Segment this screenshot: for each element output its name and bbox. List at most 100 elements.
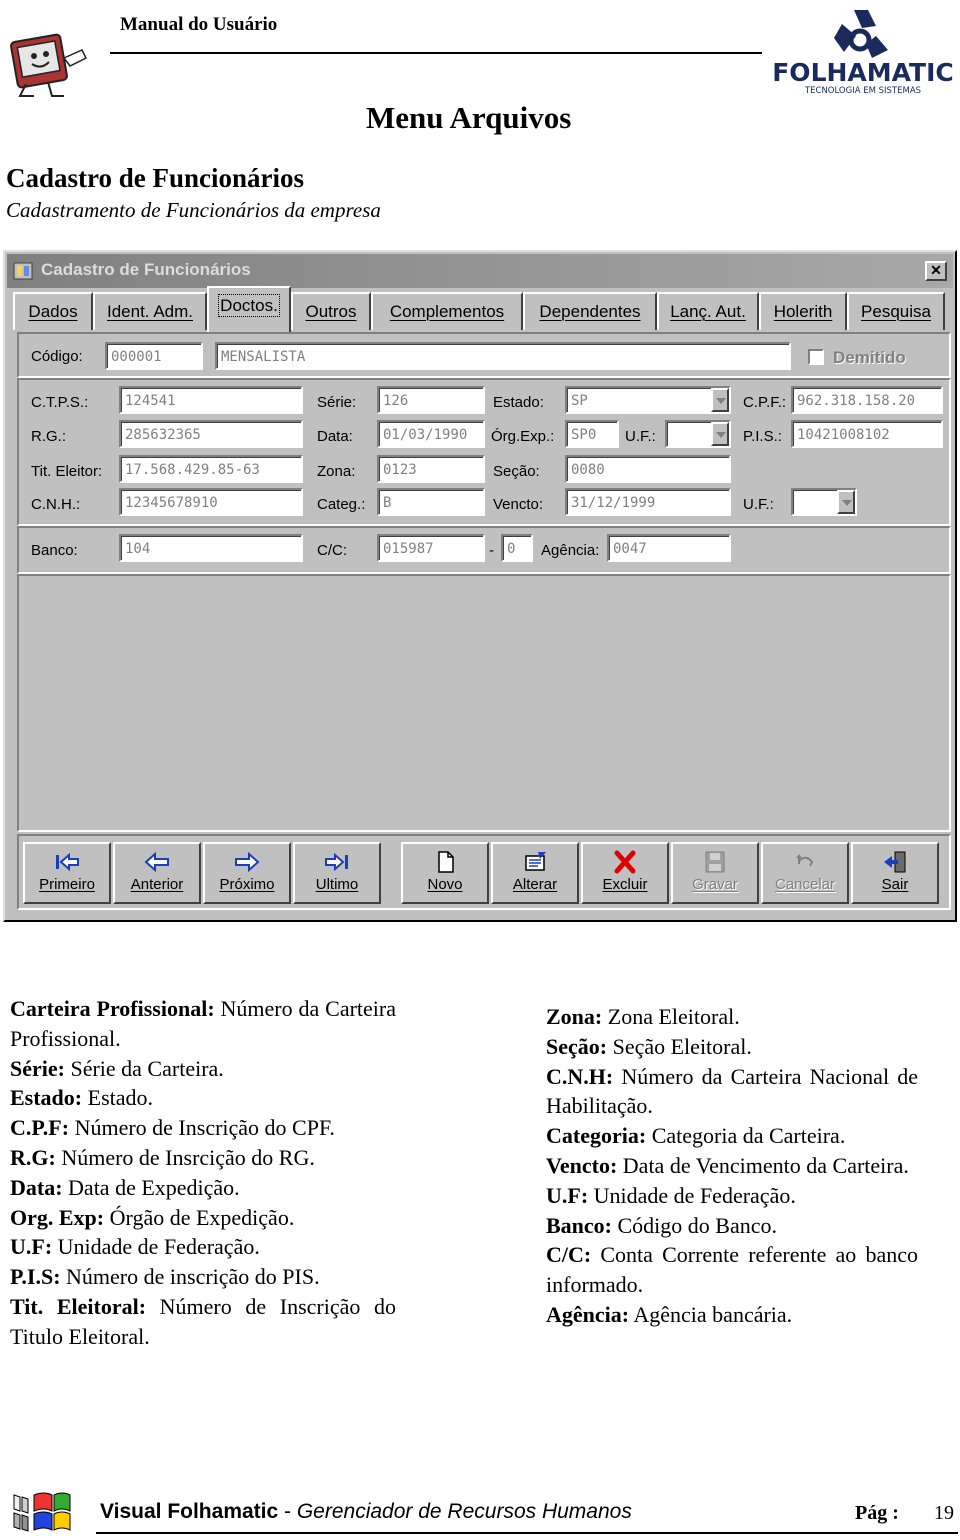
codigo-field[interactable]: 000001	[105, 342, 203, 370]
tab-label: Lanç. Aut.	[670, 302, 746, 321]
tab-label: Outros	[305, 302, 357, 321]
tab-label: Holerith	[773, 302, 833, 321]
desc-carteira: Carteira Profissional: Número da Carteir…	[10, 996, 396, 1051]
desc-org-exp: Org. Exp: Órgão de Expedição.	[10, 1204, 295, 1230]
desc-cpf: C.P.F: Número de Inscrição do CPF.	[10, 1115, 335, 1141]
tab-dependentes[interactable]: Dependentes	[523, 292, 657, 330]
cc-digit-field[interactable]: 0	[501, 534, 533, 562]
uf-cnh-select[interactable]	[791, 488, 857, 516]
chevron-down-icon[interactable]	[837, 490, 855, 514]
serie-field[interactable]: 126	[377, 386, 485, 414]
agencia-field[interactable]: 0047	[607, 534, 731, 562]
cpf-field[interactable]: 962.318.158.20	[791, 386, 943, 414]
novo-button[interactable]: Novo	[401, 842, 489, 904]
tab-holerith[interactable]: Holerith	[759, 292, 847, 330]
button-label: Excluir	[602, 876, 648, 893]
employee-register-window: Cadastro de Funcionários ✕ Dados Ident. …	[3, 250, 957, 922]
alterar-button[interactable]: Alterar	[491, 842, 579, 904]
uf-rg-select[interactable]	[665, 420, 731, 448]
desc-cc: C/C: Conta Corrente referente ao banco i…	[546, 1242, 918, 1298]
button-label: Sair	[881, 876, 909, 893]
gravar-button[interactable]: Gravar	[671, 842, 759, 904]
ultimo-button[interactable]: Ultimo	[293, 842, 381, 904]
desc-categoria: Categoria: Categoria da Carteira.	[546, 1123, 846, 1149]
sair-button[interactable]: Sair	[851, 842, 939, 904]
logo-wordmark: FOLHAMATIC	[772, 58, 954, 87]
codigo-label: Código:	[31, 348, 83, 365]
close-icon[interactable]: ✕	[925, 261, 947, 281]
rg-field[interactable]: 285632365	[119, 420, 303, 448]
serie-label: Série:	[317, 394, 357, 411]
delete-x-icon	[614, 850, 636, 874]
field-descriptions-left: Carteira Profissional: Número da Carteir…	[10, 994, 396, 1352]
desc-data: Data: Data de Expedição.	[10, 1174, 240, 1200]
excluir-button[interactable]: Excluir	[581, 842, 669, 904]
desc-serie: Série: Série da Carteira.	[10, 1055, 224, 1081]
anterior-button[interactable]: Anterior	[113, 842, 201, 904]
desc-uf-cnh: U.F: Unidade de Federação.	[546, 1182, 796, 1208]
zona-field[interactable]: 0123	[377, 455, 485, 483]
exit-door-icon	[884, 851, 906, 873]
cc-field[interactable]: 015987	[377, 534, 485, 562]
button-label: Próximo	[219, 876, 275, 893]
chevron-down-icon[interactable]	[711, 422, 729, 446]
tab-dados[interactable]: Dados	[13, 292, 93, 330]
page-title: Cadastro de Funcionários	[6, 163, 305, 193]
windows-logo	[13, 1492, 71, 1532]
logo-tagline: TECNOLOGIA EM SISTEMAS	[804, 86, 921, 96]
ctps-field[interactable]: 124541	[119, 386, 303, 414]
banco-field[interactable]: 104	[119, 534, 303, 562]
desc-cnh: C.N.H: Número da Carteira Nacional de Ha…	[546, 1063, 918, 1119]
tit-eleitor-label: Tit. Eleitor:	[31, 463, 103, 480]
folhamatic-logo: FOLHAMATIC TECNOLOGIA EM SISTEMAS	[772, 10, 954, 96]
secao-label: Seção:	[493, 463, 540, 480]
org-exp-field[interactable]: SP0	[565, 420, 619, 448]
desc-rg: R.G: Número de Insrcição do RG.	[10, 1144, 315, 1170]
estado-select[interactable]: SP	[565, 386, 731, 414]
tab-lanc-aut[interactable]: Lanç. Aut.	[657, 292, 759, 330]
section-heading: Menu Arquivos	[366, 100, 572, 135]
page-number-label: Pág :	[855, 1502, 899, 1524]
desc-secao: Seção: Seção Eleitoral.	[546, 1033, 752, 1059]
mascot-illustration	[10, 33, 88, 97]
data-expedicao-field[interactable]: 01/03/1990	[377, 420, 485, 448]
cnh-label: C.N.H.:	[31, 496, 81, 513]
tipo-funcionario-field[interactable]: MENSALISTA	[215, 342, 791, 370]
pis-field[interactable]: 10421008102	[791, 420, 943, 448]
first-record-icon	[56, 852, 79, 872]
button-label: Alterar	[512, 876, 558, 893]
primeiro-button[interactable]: Primeiro	[23, 842, 111, 904]
cnh-field[interactable]: 12345678910	[119, 488, 303, 516]
undo-icon	[796, 854, 814, 867]
footer-text: Visual Folhamatic - Gerenciador de Recur…	[100, 1500, 632, 1524]
last-record-icon	[325, 852, 348, 872]
estado-label: Estado:	[493, 394, 544, 411]
tab-complementos[interactable]: Complementos	[371, 292, 523, 330]
button-label: Ultimo	[315, 876, 359, 893]
uf-cnh-label: U.F.:	[743, 496, 774, 513]
window-title: Cadastro de Funcionários	[41, 260, 251, 279]
chevron-down-icon[interactable]	[711, 388, 729, 412]
footer-product: Visual Folhamatic	[100, 1500, 279, 1523]
edit-icon	[525, 852, 546, 871]
previous-arrow-icon	[144, 851, 169, 873]
proximo-button[interactable]: Próximo	[203, 842, 291, 904]
manual-header-title: Manual do Usuário	[120, 14, 278, 35]
desc-uf: U.F: Unidade de Federação.	[10, 1234, 260, 1260]
button-label: Gravar	[692, 876, 738, 893]
cancelar-button[interactable]: Cancelar	[761, 842, 849, 904]
button-label: Cancelar	[774, 876, 836, 893]
tab-pesquisa[interactable]: Pesquisa	[847, 292, 945, 330]
footer-rule	[96, 1532, 958, 1534]
demitido-checkbox[interactable]	[808, 349, 824, 365]
tit-eleitor-field[interactable]: 17.568.429.85-63	[119, 455, 303, 483]
vencto-field[interactable]: 31/12/1999	[565, 488, 731, 516]
window-titlebar[interactable]: Cadastro de Funcionários ✕	[7, 254, 953, 288]
navigation-toolbar: Primeiro Anterior Próximo Ultimo Novo Al…	[17, 834, 951, 910]
secao-field[interactable]: 0080	[565, 455, 731, 483]
tab-doctos[interactable]: Doctos.	[207, 286, 291, 332]
header-rule	[110, 52, 762, 54]
tab-outros[interactable]: Outros	[291, 292, 371, 330]
tab-ident-adm[interactable]: Ident. Adm.	[93, 292, 207, 330]
categ-field[interactable]: B	[377, 488, 485, 516]
